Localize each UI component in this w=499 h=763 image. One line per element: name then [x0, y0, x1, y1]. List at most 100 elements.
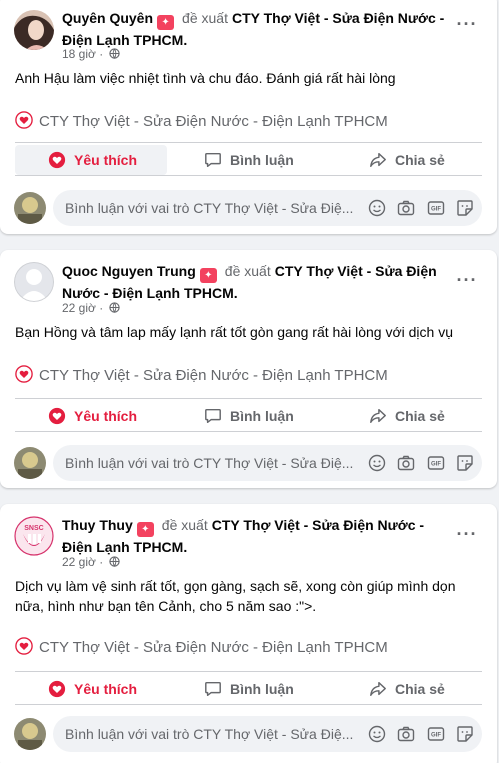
recommendation-line[interactable]: CTY Thợ Việt - Sửa Điện Nước - Điện Lạnh…: [15, 365, 388, 386]
sticker-icon[interactable]: [456, 454, 474, 472]
post-card: Quyên Quyên ✦ đề xuất CTY Thợ Việt - Sửa Đi…: [0, 0, 497, 234]
post-header: Quoc Nguyen Trung ✦ đề xuất CTY Thợ Việt - …: [62, 261, 447, 303]
post-header: Thuy Thuy ✦ đề xuất CTY Thợ Việt - Sửa Điện…: [62, 515, 447, 557]
recommended-page: CTY Thợ Việt - Sửa Điện Nước - Điện Lạnh…: [39, 113, 388, 130]
comment-input[interactable]: Bình luận với vai trò CTY Thợ Việt - Sửa…: [53, 445, 482, 481]
like-label: Yêu thích: [74, 152, 138, 168]
recommended-page: CTY Thợ Việt - Sửa Điện Nước - Điện Lạnh…: [39, 367, 388, 384]
emoji-icon[interactable]: [368, 199, 386, 217]
comment-placeholder: Bình luận với vai trò CTY Thợ Việt - Sửa…: [65, 455, 354, 471]
comment-placeholder: Bình luận với vai trò CTY Thợ Việt - Sửa…: [65, 726, 354, 742]
camera-icon[interactable]: [397, 199, 415, 217]
post-time[interactable]: 22 giờ: [62, 555, 96, 569]
recommend-badge-icon: ✦: [157, 15, 175, 30]
commenter-avatar: [14, 192, 46, 224]
emoji-icon[interactable]: [368, 454, 386, 472]
commenter-avatar: [14, 447, 46, 479]
action-bar: Yêu thích Bình luận Chia sẻ: [15, 671, 482, 705]
recommend-verb: đề xuất: [224, 263, 271, 279]
heart-outline-icon: [15, 637, 33, 655]
globe-icon: [108, 302, 120, 313]
recommend-verb: đề xuất: [182, 10, 228, 26]
comment-label: Bình luận: [230, 152, 294, 168]
comment-composer: Bình luận với vai trò CTY Thợ Việt - Sửa…: [14, 190, 482, 226]
comment-button[interactable]: Bình luận: [185, 145, 315, 175]
like-heart-icon: [48, 407, 66, 425]
like-label: Yêu thích: [74, 681, 138, 697]
comment-placeholder: Bình luận với vai trò CTY Thợ Việt - Sửa…: [65, 200, 354, 216]
share-button[interactable]: Chia sẻ: [355, 401, 485, 431]
share-button[interactable]: Chia sẻ: [355, 674, 485, 704]
sticker-icon[interactable]: [456, 199, 474, 217]
action-bar: Yêu thích Bình luận Chia sẻ: [15, 398, 482, 432]
comment-input[interactable]: Bình luận với vai trò CTY Thợ Việt - Sửa…: [53, 190, 482, 226]
comment-icon: [205, 152, 221, 168]
recommendation-line[interactable]: CTY Thợ Việt - Sửa Điện Nước - Điện Lạnh…: [15, 111, 388, 132]
author-avatar[interactable]: SNSC: [14, 516, 54, 556]
post-header: Quyên Quyên ✦ đề xuất CTY Thợ Việt - Sửa Đi…: [62, 8, 447, 50]
comment-button[interactable]: Bình luận: [185, 674, 315, 704]
recommend-badge-icon: ✦: [199, 268, 217, 283]
share-icon: [370, 152, 386, 168]
post-time[interactable]: 22 giờ: [62, 301, 96, 315]
share-icon: [370, 681, 386, 697]
comment-tools: GIF: [361, 725, 474, 743]
comment-input[interactable]: Bình luận với vai trò CTY Thợ Việt - Sửa…: [53, 716, 482, 752]
comment-label: Bình luận: [230, 681, 294, 697]
like-heart-icon: [48, 151, 66, 169]
like-heart-icon: [48, 680, 66, 698]
comment-icon: [205, 681, 221, 697]
heart-outline-icon: [15, 365, 33, 383]
post-card: Quoc Nguyen Trung ✦ đề xuất CTY Thợ Việt - …: [0, 250, 497, 488]
more-options-icon[interactable]: ···: [455, 271, 479, 294]
post-meta: 18 giờ ·: [62, 46, 120, 62]
camera-icon[interactable]: [397, 725, 415, 743]
recommendation-line[interactable]: CTY Thợ Việt - Sửa Điện Nước - Điện Lạnh…: [15, 637, 388, 658]
comment-tools: GIF: [361, 454, 474, 472]
share-icon: [370, 408, 386, 424]
like-button[interactable]: Yêu thích: [15, 145, 167, 175]
globe-icon: [108, 556, 120, 567]
post-card: SNSC Thuy Thuy ✦ đề xuất CTY Thợ Việt - Sửa…: [0, 504, 497, 763]
svg-text:GIF: GIF: [431, 733, 441, 739]
recommended-page: CTY Thợ Việt - Sửa Điện Nước - Điện Lạnh…: [39, 639, 388, 656]
svg-text:GIF: GIF: [431, 207, 441, 213]
post-text: Bạn Hồng và tâm lap mấy lạnh rất tốt gòn…: [15, 324, 453, 340]
share-label: Chia sẻ: [395, 681, 445, 697]
post-text: Anh Hậu làm việc nhiệt tình và chu đáo. …: [15, 70, 396, 86]
commenter-avatar: [14, 718, 46, 750]
recommend-verb: đề xuất: [161, 517, 208, 533]
author-name[interactable]: Quoc Nguyen Trung: [62, 263, 196, 279]
like-label: Yêu thích: [74, 408, 138, 424]
like-button[interactable]: Yêu thích: [15, 674, 167, 704]
more-options-icon[interactable]: ···: [455, 15, 479, 38]
comment-composer: Bình luận với vai trò CTY Thợ Việt - Sửa…: [14, 716, 482, 752]
like-button[interactable]: Yêu thích: [15, 401, 167, 431]
emoji-icon[interactable]: [368, 725, 386, 743]
recommend-badge-icon: ✦: [136, 522, 154, 537]
comment-composer: Bình luận với vai trò CTY Thợ Việt - Sửa…: [14, 445, 482, 481]
action-bar: Yêu thích Bình luận Chia sẻ: [15, 142, 482, 176]
gif-icon[interactable]: GIF: [427, 725, 445, 743]
avatar-logo-text: SNSC: [24, 525, 43, 532]
post-meta: 22 giờ ·: [62, 554, 120, 570]
svg-text:GIF: GIF: [431, 462, 441, 468]
comment-label: Bình luận: [230, 408, 294, 424]
post-meta: 22 giờ ·: [62, 300, 120, 316]
gif-icon[interactable]: GIF: [427, 199, 445, 217]
gif-icon[interactable]: GIF: [427, 454, 445, 472]
share-button[interactable]: Chia sẻ: [355, 145, 485, 175]
camera-icon[interactable]: [397, 454, 415, 472]
share-label: Chia sẻ: [395, 152, 445, 168]
sticker-icon[interactable]: [456, 725, 474, 743]
author-avatar[interactable]: [14, 10, 54, 50]
globe-icon: [108, 48, 120, 59]
author-name[interactable]: Thuy Thuy: [62, 517, 133, 533]
comment-tools: GIF: [361, 199, 474, 217]
share-label: Chia sẻ: [395, 408, 445, 424]
author-avatar[interactable]: [14, 262, 54, 302]
post-time[interactable]: 18 giờ: [62, 47, 96, 61]
more-options-icon[interactable]: ···: [455, 525, 479, 548]
comment-button[interactable]: Bình luận: [185, 401, 315, 431]
author-name[interactable]: Quyên Quyên: [62, 10, 153, 26]
